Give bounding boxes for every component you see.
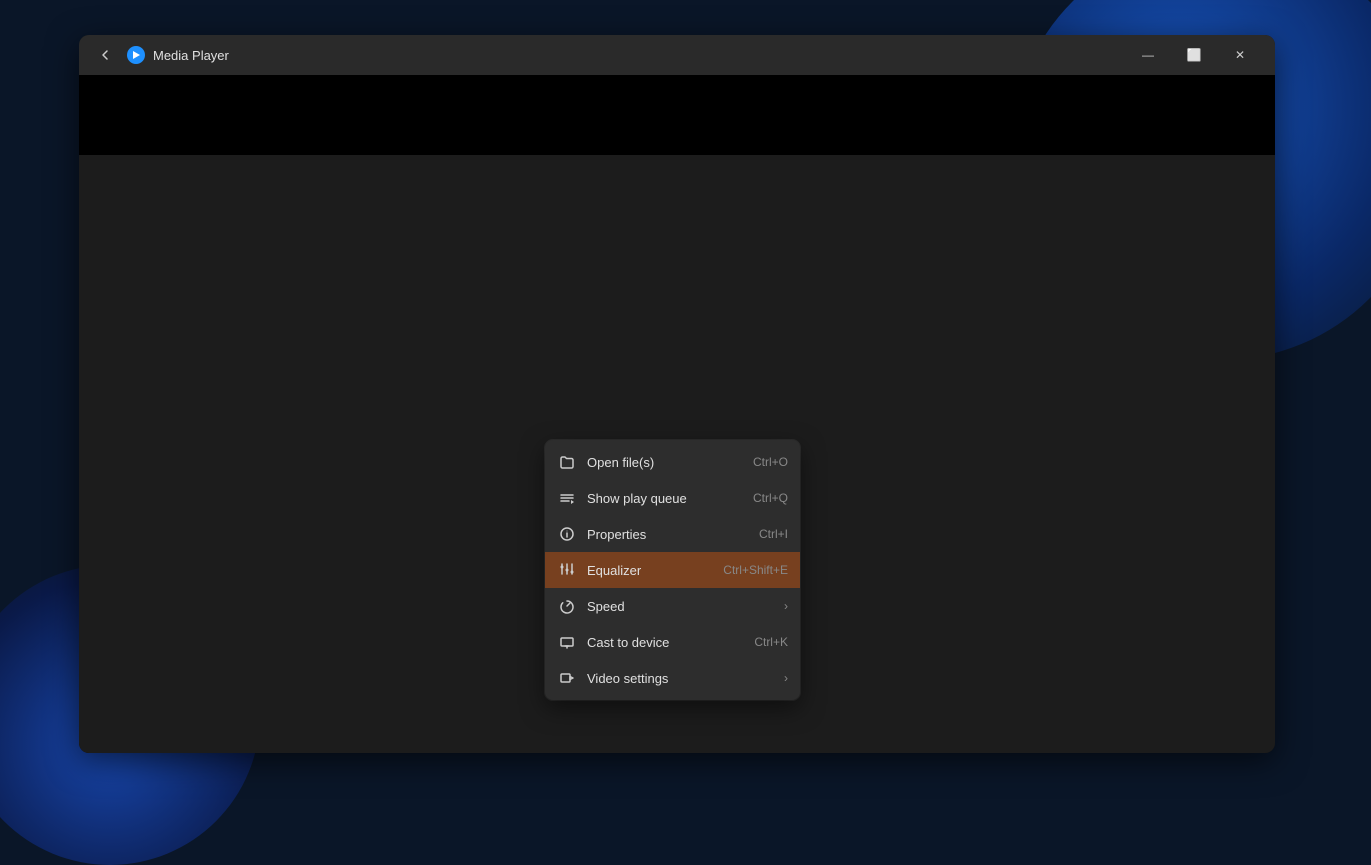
app-icon bbox=[127, 46, 145, 64]
equalizer-shortcut: Ctrl+Shift+E bbox=[723, 563, 788, 577]
main-area: Open file(s) Ctrl+O Show play queue bbox=[79, 155, 1275, 753]
context-menu: Open file(s) Ctrl+O Show play queue bbox=[545, 440, 800, 700]
cast-icon bbox=[557, 632, 577, 652]
queue-icon bbox=[557, 488, 577, 508]
show-play-queue-label: Show play queue bbox=[587, 491, 745, 506]
cast-to-device-shortcut: Ctrl+K bbox=[754, 635, 788, 649]
window-title: Media Player bbox=[153, 48, 1125, 63]
info-icon bbox=[557, 524, 577, 544]
player-content: Open file(s) Ctrl+O Show play queue bbox=[79, 75, 1275, 753]
speed-arrow-icon: › bbox=[784, 599, 788, 613]
menu-item-cast-to-device[interactable]: Cast to device Ctrl+K bbox=[545, 624, 800, 660]
menu-item-video-settings[interactable]: Video settings › bbox=[545, 660, 800, 696]
close-button[interactable]: ✕ bbox=[1217, 35, 1263, 75]
folder-icon bbox=[557, 452, 577, 472]
media-player-window: Media Player — ⬜ ✕ Open file(s) Ctr bbox=[79, 35, 1275, 753]
header-bar bbox=[79, 75, 1275, 155]
video-settings-arrow-icon: › bbox=[784, 671, 788, 685]
speed-label: Speed bbox=[587, 599, 772, 614]
equalizer-icon bbox=[557, 560, 577, 580]
menu-item-properties[interactable]: Properties Ctrl+I bbox=[545, 516, 800, 552]
minimize-button[interactable]: — bbox=[1125, 35, 1171, 75]
show-play-queue-shortcut: Ctrl+Q bbox=[753, 491, 788, 505]
properties-label: Properties bbox=[587, 527, 751, 542]
window-controls: — ⬜ ✕ bbox=[1125, 35, 1263, 75]
menu-item-open-files[interactable]: Open file(s) Ctrl+O bbox=[545, 444, 800, 480]
maximize-button[interactable]: ⬜ bbox=[1171, 35, 1217, 75]
open-files-shortcut: Ctrl+O bbox=[753, 455, 788, 469]
back-button[interactable] bbox=[91, 41, 119, 69]
menu-item-speed[interactable]: Speed › bbox=[545, 588, 800, 624]
video-settings-icon bbox=[557, 668, 577, 688]
open-files-label: Open file(s) bbox=[587, 455, 745, 470]
menu-item-show-play-queue[interactable]: Show play queue Ctrl+Q bbox=[545, 480, 800, 516]
video-settings-label: Video settings bbox=[587, 671, 772, 686]
cast-to-device-label: Cast to device bbox=[587, 635, 746, 650]
titlebar: Media Player — ⬜ ✕ bbox=[79, 35, 1275, 75]
properties-shortcut: Ctrl+I bbox=[759, 527, 788, 541]
equalizer-label: Equalizer bbox=[587, 563, 715, 578]
speed-icon bbox=[557, 596, 577, 616]
menu-item-equalizer[interactable]: Equalizer Ctrl+Shift+E bbox=[545, 552, 800, 588]
